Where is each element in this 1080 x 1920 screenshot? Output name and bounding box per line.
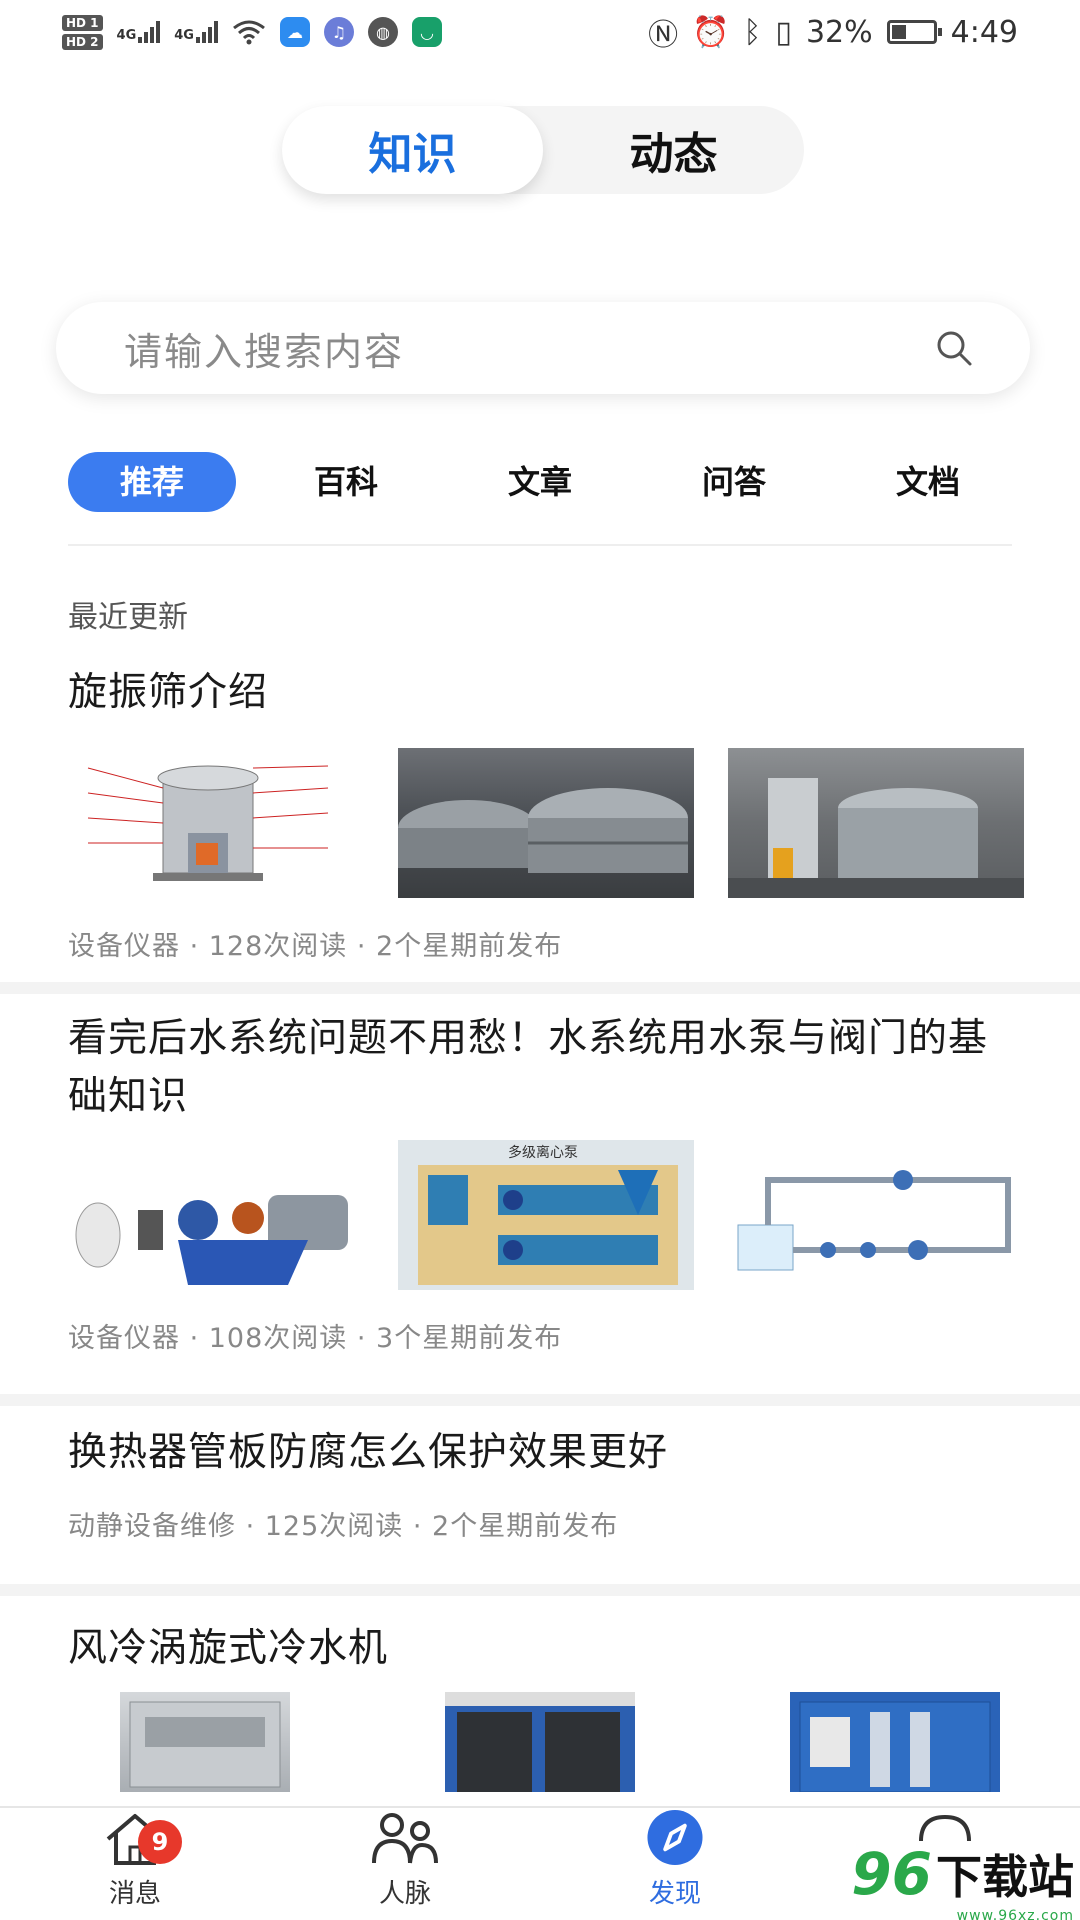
message-badge: 9 xyxy=(138,1820,182,1864)
nav-label: 发现 xyxy=(648,1879,701,1909)
category-tab-documents[interactable]: 文档 xyxy=(844,452,1012,512)
article-title[interactable]: 换热器管板防腐怎么保护效果更好 xyxy=(0,1424,1080,1482)
article-meta: 设备仪器 · 128次阅读 · 2个星期前发布 xyxy=(68,931,563,962)
category-tab-encyclopedia[interactable]: 百科 xyxy=(262,452,430,512)
article-feed: 旋振筛介绍 设备仪器 · 128次阅读 · 2个星期前发布 看完后水系统问题不用… xyxy=(0,660,1080,1816)
category-tabs: 推荐 百科 文章 问答 文档 xyxy=(68,452,1012,512)
article-card[interactable]: 旋振筛介绍 设备仪器 · 128次阅读 · 2个星期前发布 xyxy=(0,660,1080,982)
nav-discover[interactable]: 发现 xyxy=(540,1808,810,1920)
thumbnail-diagram[interactable] xyxy=(728,1140,1024,1290)
battery-percent: 32% xyxy=(805,14,873,50)
article-title[interactable]: 看完后水系统问题不用愁！水系统用水泵与阀门的基础知识 xyxy=(0,1010,1080,1126)
watermark-logo: 96 下载站 www.96xz.com xyxy=(851,1840,1074,1920)
article-meta: 动静设备维修 · 125次阅读 · 2个星期前发布 xyxy=(68,1511,619,1542)
watermark-text: 下载站 xyxy=(936,1850,1074,1904)
nav-label: 消息 xyxy=(108,1879,161,1909)
contacts-icon xyxy=(372,1813,438,1864)
clock: 4:49 xyxy=(950,14,1018,50)
search-icon[interactable] xyxy=(934,328,974,368)
watermark-number: 96 xyxy=(851,1840,932,1908)
article-meta: 设备仪器 · 108次阅读 · 3个星期前发布 xyxy=(68,1323,563,1354)
article-title[interactable]: 旋振筛介绍 xyxy=(0,664,1080,722)
thumbnail-photo[interactable] xyxy=(120,1692,290,1792)
divider xyxy=(68,544,1012,546)
hd2-badge: HD 2 xyxy=(62,33,103,50)
nav-label: 人脉 xyxy=(378,1879,431,1909)
article-card[interactable]: 风冷涡旋式冷水机 xyxy=(0,1596,1080,1816)
feed-separator xyxy=(0,1584,1080,1596)
thumbnail-photo[interactable] xyxy=(445,1692,635,1792)
article-thumbnails: 多级离心泵 xyxy=(0,1140,1080,1290)
tab-dynamics[interactable]: 动态 xyxy=(543,106,804,194)
thumbnail-photo[interactable] xyxy=(790,1692,1000,1792)
thumbnail-photo[interactable] xyxy=(398,748,694,898)
category-tab-articles[interactable]: 文章 xyxy=(456,452,624,512)
watermark-url: www.96xz.com xyxy=(956,1908,1074,1920)
compass-icon xyxy=(647,1809,703,1866)
article-title[interactable]: 风冷涡旋式冷水机 xyxy=(0,1620,1080,1678)
hd-indicators: HD 1 HD 2 xyxy=(62,14,103,50)
feed-separator xyxy=(0,982,1080,994)
nav-contacts[interactable]: 人脉 xyxy=(270,1808,540,1920)
nav-messages[interactable]: 9 消息 xyxy=(0,1808,270,1920)
search-input[interactable]: 请输入搜索内容 xyxy=(124,321,404,376)
thumbnail-caption: 多级离心泵 xyxy=(508,1145,578,1161)
thumbnail-photo[interactable] xyxy=(728,748,1024,898)
article-card[interactable]: 换热器管板防腐怎么保护效果更好 动静设备维修 · 125次阅读 · 2个星期前发… xyxy=(0,1406,1080,1584)
wifi-icon xyxy=(233,20,265,45)
tab-knowledge[interactable]: 知识 xyxy=(282,106,543,194)
feed-separator xyxy=(0,1394,1080,1406)
bluetooth-icon: ᛒ xyxy=(743,14,762,50)
shop-app-icon: ◡ xyxy=(411,17,442,47)
nfc-icon: Ⓝ xyxy=(648,18,679,53)
battery-icon xyxy=(886,20,942,44)
category-tab-qa[interactable]: 问答 xyxy=(650,452,818,512)
status-right: Ⓝ ⏰ ᛒ ▯ 32% 4:49 xyxy=(648,10,1018,54)
app-notification-icon: ◍ xyxy=(367,17,398,47)
article-card[interactable]: 看完后水系统问题不用愁！水系统用水泵与阀门的基础知识 多级离心泵 设备仪器 · … xyxy=(0,994,1080,1394)
signal-1-icon: 4G xyxy=(117,21,161,43)
watermark-brand: 96 下载站 xyxy=(851,1840,1074,1908)
status-left: HD 1 HD 2 4G 4G ☁ ♫ ◍ ◡ xyxy=(62,14,442,50)
category-tab-recommend[interactable]: 推荐 xyxy=(68,452,237,512)
music-app-icon: ♫ xyxy=(323,17,354,47)
thumbnail-diagram[interactable]: 多级离心泵 xyxy=(398,1140,694,1290)
article-thumbnails xyxy=(0,748,1080,898)
network-type-2: 4G xyxy=(174,28,194,43)
vibrate-icon: ▯ xyxy=(775,14,792,50)
top-switch: 知识 动态 xyxy=(282,106,804,194)
search-bar[interactable]: 请输入搜索内容 xyxy=(56,302,1030,394)
weather-app-icon: ☁ xyxy=(279,17,310,47)
article-thumbnails xyxy=(0,1692,1080,1792)
thumbnail-diagram[interactable] xyxy=(68,1140,364,1290)
status-bar: HD 1 HD 2 4G 4G ☁ ♫ ◍ ◡ Ⓝ ⏰ ᛒ ▯ 32% 4:49 xyxy=(0,0,1080,64)
thumbnail-diagram[interactable] xyxy=(68,748,364,898)
alarm-icon: ⏰ xyxy=(692,14,730,50)
signal-2-icon: 4G xyxy=(174,21,218,43)
section-label: 最近更新 xyxy=(68,600,188,635)
network-type-1: 4G xyxy=(116,28,137,43)
hd1-badge: HD 1 xyxy=(62,14,103,31)
